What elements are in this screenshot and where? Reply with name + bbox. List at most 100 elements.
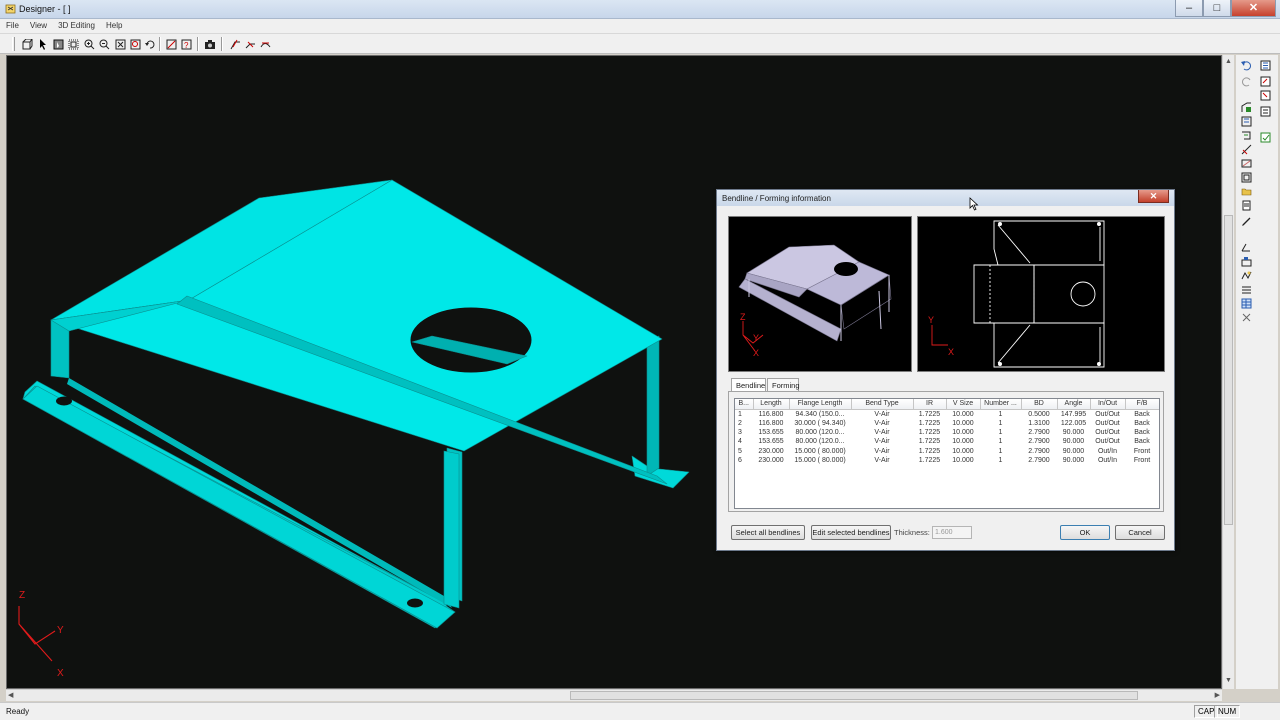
col-f-b[interactable]: F/B	[1125, 399, 1159, 410]
horizontal-scrollbar[interactable]: ◀ ▶	[6, 689, 1222, 701]
query-icon[interactable]: ?	[179, 37, 193, 51]
svg-text:?: ?	[184, 41, 189, 50]
stamp-icon[interactable]	[1240, 311, 1253, 324]
bend-line-icon[interactable]	[1240, 241, 1253, 254]
maximize-button[interactable]: □	[1203, 0, 1231, 17]
app-icon	[5, 4, 16, 14]
sheet-icon[interactable]	[1240, 199, 1253, 212]
scroll-down-icon[interactable]: ▼	[1224, 677, 1233, 686]
tab-icon[interactable]	[1240, 255, 1253, 268]
thickness-field[interactable]: 1.600	[932, 526, 972, 539]
mouse-cursor-icon	[969, 197, 979, 211]
table-cell: 0.5000	[1028, 410, 1050, 418]
hem-icon[interactable]	[1240, 129, 1253, 142]
zoom-fit-icon[interactable]	[113, 37, 127, 51]
camera-icon[interactable]	[203, 37, 217, 51]
grid-icon[interactable]	[66, 37, 80, 51]
table-cell: 1	[998, 447, 1003, 455]
col-v-size[interactable]: V Size	[946, 399, 981, 410]
list-view-icon[interactable]	[1259, 59, 1272, 72]
vertical-scroll-thumb[interactable]	[1224, 215, 1233, 525]
col-bd[interactable]: BD	[1021, 399, 1058, 410]
scroll-right-icon[interactable]: ▶	[1215, 691, 1220, 699]
select-icon[interactable]	[51, 37, 65, 51]
table-cell: 1	[998, 410, 1003, 418]
table-cell: 10.000	[952, 428, 974, 436]
rotate-icon[interactable]	[143, 37, 157, 51]
axis-y-label: Y	[57, 625, 64, 636]
form-icon[interactable]	[258, 37, 272, 51]
unfold-icon[interactable]	[243, 37, 257, 51]
preview-flat-pattern[interactable]: Y X	[917, 216, 1165, 372]
table-row[interactable]: 2 116.800 30.000 ( 94.340) V-Air 1.7225 10.00…	[735, 419, 1159, 428]
checklist-icon[interactable]	[1259, 131, 1272, 144]
select-all-bendlines-button[interactable]: Select all bendlines	[731, 525, 805, 540]
col-flange-length[interactable]: Flange Length	[789, 399, 852, 410]
dialog-title-bar[interactable]: Bendline / Forming information ✕	[717, 190, 1174, 206]
preview-3d[interactable]: Z Y X	[728, 216, 912, 372]
horizontal-scroll-thumb[interactable]	[570, 691, 1138, 700]
bendline-table[interactable]: B... Length Flange Length Bend Type IR V…	[734, 398, 1160, 509]
axis-z-label: Z	[19, 590, 25, 601]
dialog-close-button[interactable]: ✕	[1138, 190, 1169, 203]
menu-file[interactable]: File	[0, 19, 24, 30]
scroll-up-icon[interactable]: ▲	[1224, 58, 1233, 67]
pointer-icon[interactable]	[36, 37, 50, 51]
col-bend-type[interactable]: Bend Type	[851, 399, 914, 410]
table-row[interactable]: 4 153.655 80.000 (120.0... V-Air 1.7225 10.00…	[735, 437, 1159, 446]
table-cell: 116.800	[758, 410, 784, 418]
table-cell: 10.000	[952, 419, 974, 427]
menu-3d-editing[interactable]: 3D Editing	[52, 19, 100, 30]
folder-icon[interactable]	[1240, 185, 1253, 198]
corner-icon[interactable]	[1240, 143, 1253, 156]
tab-bendline[interactable]: Bendline	[731, 378, 766, 392]
zoom-out-icon[interactable]	[97, 37, 111, 51]
cut-icon[interactable]	[1240, 157, 1253, 170]
ok-button[interactable]: OK	[1060, 525, 1110, 540]
vertical-scrollbar[interactable]: ▲ ▼	[1222, 55, 1234, 689]
col-length[interactable]: Length	[753, 399, 790, 410]
toolbar-grip[interactable]	[12, 37, 15, 51]
zoom-window-icon[interactable]	[128, 37, 142, 51]
table-row[interactable]: 3 153.655 80.000 (120.0... V-Air 1.7225 10.00…	[735, 428, 1159, 437]
table-cell: 1	[998, 456, 1003, 464]
louver-icon[interactable]	[1240, 283, 1253, 296]
wall-icon[interactable]	[1240, 115, 1253, 128]
tab-forming[interactable]: Forming	[767, 378, 800, 391]
table-row[interactable]: 6 230.000 15.000 ( 80.000) V-Air 1.7225 10.00…	[735, 456, 1159, 465]
col-in-out[interactable]: In/Out	[1090, 399, 1126, 410]
table-cell: Out/Out	[1095, 410, 1120, 418]
import-icon[interactable]	[1259, 89, 1272, 102]
tab-panel-bendline: B... Length Flange Length Bend Type IR V…	[728, 391, 1164, 512]
edit-selected-bendlines-button[interactable]: Edit selected bendlines	[811, 525, 891, 540]
bend-icon[interactable]	[228, 37, 242, 51]
undo-icon[interactable]	[1240, 59, 1253, 72]
col-number[interactable]: Number ...	[980, 399, 1022, 410]
table-cell: 2.7900	[1028, 447, 1050, 455]
table-cell: 1	[998, 428, 1003, 436]
box-view-icon[interactable]	[20, 37, 34, 51]
pen-icon[interactable]	[1240, 215, 1253, 228]
table-icon[interactable]	[1240, 297, 1253, 310]
flange-icon[interactable]	[1240, 101, 1253, 114]
properties-icon[interactable]	[1259, 105, 1272, 118]
measure-icon[interactable]	[164, 37, 178, 51]
zoom-in-icon[interactable]	[82, 37, 96, 51]
frame-icon[interactable]	[1240, 171, 1253, 184]
table-cell: Out/Out	[1095, 428, 1120, 436]
emboss-icon[interactable]	[1240, 269, 1253, 282]
table-cell: V-Air	[874, 410, 890, 418]
col-ir[interactable]: IR	[913, 399, 947, 410]
minimize-button[interactable]: –	[1175, 0, 1203, 17]
close-button[interactable]: ✕	[1231, 0, 1276, 17]
col-angle[interactable]: Angle	[1057, 399, 1091, 410]
col-bend-no[interactable]: B...	[735, 399, 754, 410]
scroll-left-icon[interactable]: ◀	[8, 691, 13, 699]
cancel-button[interactable]: Cancel	[1115, 525, 1165, 540]
redo-icon[interactable]	[1240, 75, 1253, 88]
table-row[interactable]: 5 230.000 15.000 ( 80.000) V-Air 1.7225 10.00…	[735, 446, 1159, 455]
table-row[interactable]: 1 116.800 94.340 (150.0... V-Air 1.7225 10.00…	[735, 409, 1159, 419]
export-icon[interactable]	[1259, 75, 1272, 88]
menu-view[interactable]: View	[24, 19, 52, 30]
menu-help[interactable]: Help	[100, 19, 127, 30]
